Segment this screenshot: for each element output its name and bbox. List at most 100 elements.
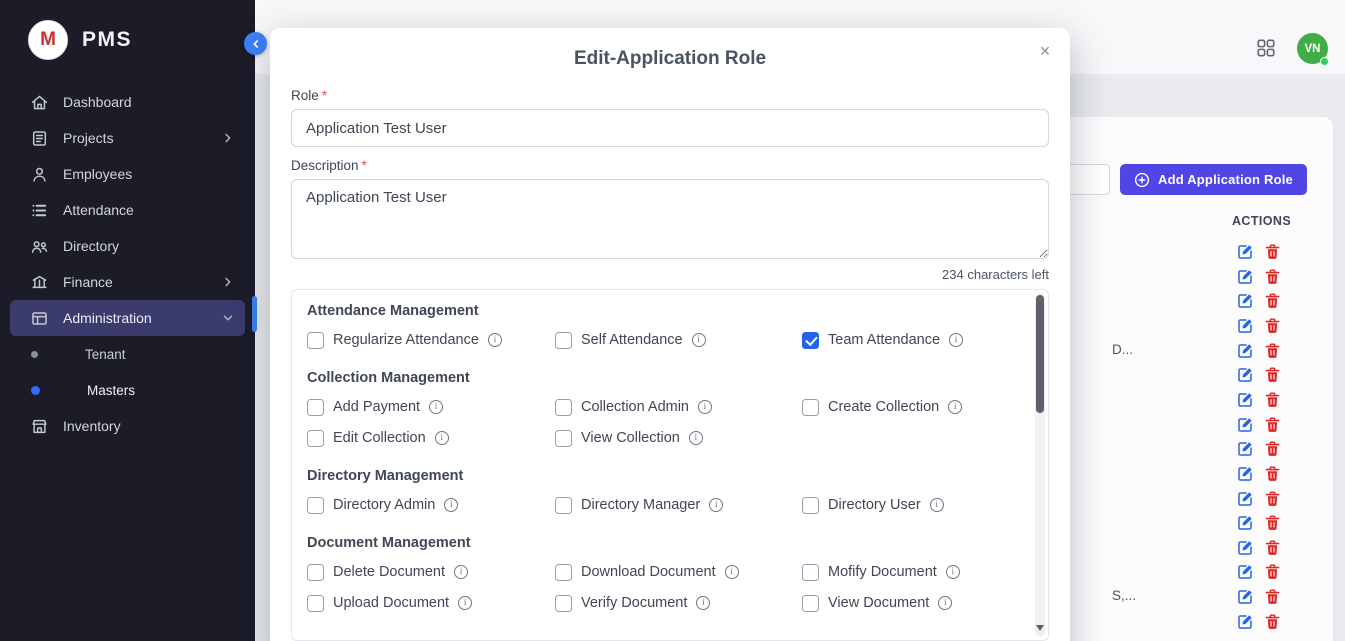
info-icon[interactable] (696, 596, 710, 610)
checkbox-delete-document[interactable] (307, 564, 324, 581)
checkbox-self-attendance[interactable] (555, 332, 572, 349)
sidebar-subitem-masters[interactable]: Masters (0, 372, 255, 408)
checkbox-add-payment[interactable] (307, 399, 324, 416)
permission-create-collection[interactable]: Create Collection (802, 396, 1016, 418)
checkbox-verify-document[interactable] (555, 595, 572, 612)
permission-verify-document[interactable]: Verify Document (555, 592, 802, 614)
edit-row-button[interactable] (1237, 343, 1253, 360)
info-icon[interactable] (488, 333, 502, 347)
sidebar-item-attendance[interactable]: Attendance (10, 192, 245, 228)
delete-row-button[interactable] (1264, 269, 1280, 286)
delete-row-button[interactable] (1264, 293, 1280, 310)
info-icon[interactable] (725, 565, 739, 579)
delete-row-button[interactable] (1264, 614, 1280, 631)
delete-row-button[interactable] (1264, 540, 1280, 557)
edit-row-button[interactable] (1237, 515, 1253, 532)
sidebar-item-employees[interactable]: Employees (10, 156, 245, 192)
description-input[interactable]: Application Test User (291, 179, 1049, 259)
add-application-role-button[interactable]: Add Application Role (1120, 164, 1307, 195)
edit-row-button[interactable] (1237, 244, 1253, 261)
edit-row-button[interactable] (1237, 564, 1253, 581)
delete-row-button[interactable] (1264, 417, 1280, 434)
delete-row-button[interactable] (1264, 564, 1280, 581)
sidebar-item-administration[interactable]: Administration (10, 300, 245, 336)
edit-row-button[interactable] (1237, 417, 1253, 434)
permission-directory-user[interactable]: Directory User (802, 494, 1016, 516)
checkbox-directory-admin[interactable] (307, 497, 324, 514)
scrollbar-down-arrow-icon[interactable] (1036, 625, 1044, 632)
permission-team-attendance[interactable]: Team Attendance (802, 329, 1016, 351)
delete-row-button[interactable] (1264, 466, 1280, 483)
role-input[interactable] (291, 109, 1049, 147)
checkbox-create-collection[interactable] (802, 399, 819, 416)
permission-download-document[interactable]: Download Document (555, 561, 802, 583)
permission-view-collection[interactable]: View Collection (555, 427, 802, 449)
info-icon[interactable] (454, 565, 468, 579)
sidebar-item-directory[interactable]: Directory (10, 228, 245, 264)
edit-row-button[interactable] (1237, 614, 1253, 631)
delete-row-button[interactable] (1264, 589, 1280, 606)
info-icon[interactable] (709, 498, 723, 512)
checkbox-view-collection[interactable] (555, 430, 572, 447)
info-icon[interactable] (930, 498, 944, 512)
info-icon[interactable] (692, 333, 706, 347)
delete-row-button[interactable] (1264, 441, 1280, 458)
edit-row-button[interactable] (1237, 441, 1253, 458)
delete-row-button[interactable] (1264, 491, 1280, 508)
close-icon[interactable]: × (1032, 38, 1058, 64)
permission-self-attendance[interactable]: Self Attendance (555, 329, 802, 351)
info-icon[interactable] (689, 431, 703, 445)
permission-directory-admin[interactable]: Directory Admin (307, 494, 555, 516)
checkbox-regularize-attendance[interactable] (307, 332, 324, 349)
sidebar-subitem-tenant[interactable]: Tenant (0, 336, 255, 372)
checkbox-download-document[interactable] (555, 564, 572, 581)
delete-row-button[interactable] (1264, 318, 1280, 335)
edit-row-button[interactable] (1237, 367, 1253, 384)
edit-row-button[interactable] (1237, 466, 1253, 483)
edit-row-button[interactable] (1237, 269, 1253, 286)
delete-row-button[interactable] (1264, 515, 1280, 532)
info-icon[interactable] (698, 400, 712, 414)
edit-row-button[interactable] (1237, 392, 1253, 409)
permission-directory-manager[interactable]: Directory Manager (555, 494, 802, 516)
permission-regularize-attendance[interactable]: Regularize Attendance (307, 329, 555, 351)
info-icon[interactable] (458, 596, 472, 610)
sidebar-item-inventory[interactable]: Inventory (10, 408, 245, 444)
checkbox-directory-user[interactable] (802, 497, 819, 514)
info-icon[interactable] (938, 596, 952, 610)
permission-mofify-document[interactable]: Mofify Document (802, 561, 1016, 583)
scrollbar-thumb[interactable] (1036, 295, 1044, 413)
info-icon[interactable] (444, 498, 458, 512)
sidebar-collapse-button[interactable] (244, 32, 267, 55)
info-icon[interactable] (949, 333, 963, 347)
checkbox-team-attendance[interactable] (802, 332, 819, 349)
sidebar-item-finance[interactable]: Finance (10, 264, 245, 300)
info-icon[interactable] (429, 400, 443, 414)
checkbox-collection-admin[interactable] (555, 399, 572, 416)
permission-view-document[interactable]: View Document (802, 592, 1016, 614)
permission-delete-document[interactable]: Delete Document (307, 561, 555, 583)
info-icon[interactable] (435, 431, 449, 445)
checkbox-view-document[interactable] (802, 595, 819, 612)
edit-row-button[interactable] (1237, 293, 1253, 310)
permission-edit-collection[interactable]: Edit Collection (307, 427, 555, 449)
delete-row-button[interactable] (1264, 367, 1280, 384)
checkbox-upload-document[interactable] (307, 595, 324, 612)
delete-row-button[interactable] (1264, 392, 1280, 409)
checkbox-mofify-document[interactable] (802, 564, 819, 581)
info-icon[interactable] (948, 400, 962, 414)
delete-row-button[interactable] (1264, 244, 1280, 261)
sidebar-item-dashboard[interactable]: Dashboard (10, 84, 245, 120)
checkbox-directory-manager[interactable] (555, 497, 572, 514)
edit-row-button[interactable] (1237, 318, 1253, 335)
permission-collection-admin[interactable]: Collection Admin (555, 396, 802, 418)
checkbox-edit-collection[interactable] (307, 430, 324, 447)
info-icon[interactable] (946, 565, 960, 579)
sidebar-item-projects[interactable]: Projects (10, 120, 245, 156)
scrollbar-track[interactable] (1035, 293, 1045, 637)
delete-row-button[interactable] (1264, 343, 1280, 360)
permission-add-payment[interactable]: Add Payment (307, 396, 555, 418)
permission-upload-document[interactable]: Upload Document (307, 592, 555, 614)
edit-row-button[interactable] (1237, 540, 1253, 557)
edit-row-button[interactable] (1237, 589, 1253, 606)
